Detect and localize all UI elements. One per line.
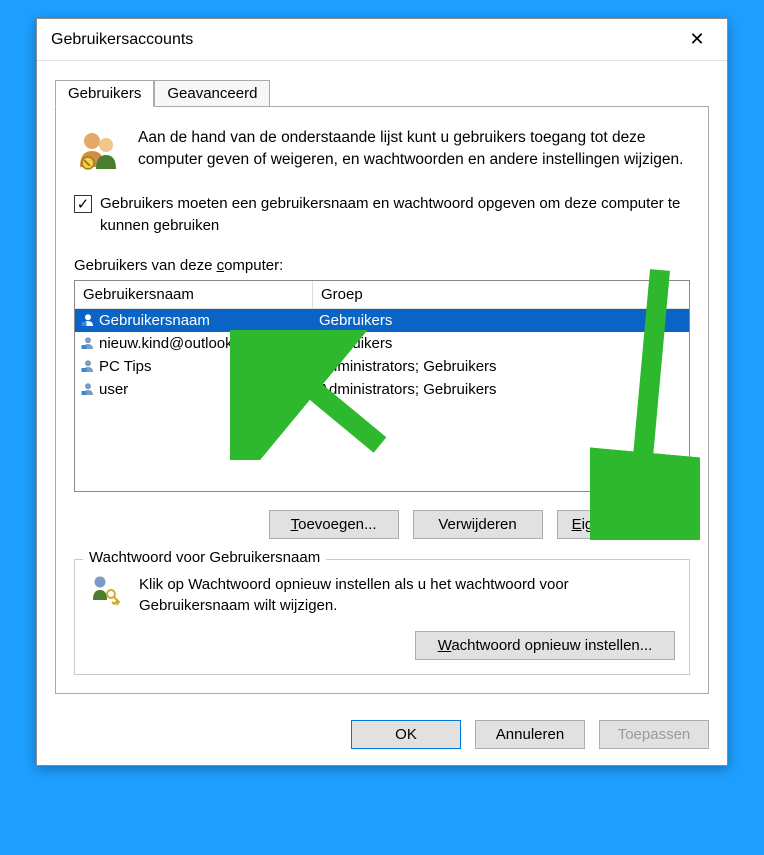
password-fieldset: Wachtwoord voor Gebruikersnaam Klik op W… [74, 559, 690, 676]
cell-username: Gebruikersnaam [99, 312, 210, 329]
key-icon [89, 574, 121, 606]
require-password-label: Gebruikers moeten een gebruikersnaam en … [100, 193, 690, 237]
reset-password-button[interactable]: Wachtwoord opnieuw instellen... [415, 631, 675, 660]
ok-button[interactable]: OK [351, 720, 461, 749]
titlebar: Gebruikersaccounts ✕ [37, 19, 727, 61]
tab-advanced[interactable]: Geavanceerd [154, 80, 270, 107]
user-icon [81, 336, 95, 350]
close-button[interactable]: ✕ [675, 24, 719, 56]
user-icon [81, 313, 95, 327]
user-icon [81, 382, 95, 396]
dialog-button-row: OK Annuleren Toepassen [37, 708, 727, 765]
password-legend: Wachtwoord voor Gebruikersnaam [83, 549, 326, 566]
close-icon: ✕ [689, 29, 704, 50]
annotation-arrow-2 [590, 260, 700, 540]
password-text: Klik op Wachtwoord opnieuw instellen als… [139, 574, 675, 618]
column-username[interactable]: Gebruikersnaam [75, 281, 313, 309]
cancel-button[interactable]: Annuleren [475, 720, 585, 749]
add-button[interactable]: Toevoegen... [269, 510, 399, 539]
require-password-checkbox[interactable]: ✓ [74, 195, 92, 213]
checkmark-icon: ✓ [77, 197, 90, 212]
users-icon [74, 127, 122, 175]
apply-button[interactable]: Toepassen [599, 720, 709, 749]
remove-button[interactable]: Verwijderen [413, 510, 543, 539]
annotation-arrow-1 [230, 330, 410, 460]
dialog-title: Gebruikersaccounts [51, 31, 675, 49]
require-password-row: ✓ Gebruikers moeten een gebruikersnaam e… [74, 193, 690, 237]
cell-username: PC Tips [99, 358, 152, 375]
user-icon [81, 359, 95, 373]
tab-users[interactable]: Gebruikers [55, 80, 154, 107]
intro-row: Aan de hand van de onderstaande lijst ku… [74, 127, 690, 175]
cell-group: Gebruikers [319, 312, 392, 329]
cell-username: user [99, 381, 128, 398]
intro-text: Aan de hand van de onderstaande lijst ku… [138, 127, 690, 175]
tab-strip: Gebruikers Geavanceerd [55, 80, 709, 107]
